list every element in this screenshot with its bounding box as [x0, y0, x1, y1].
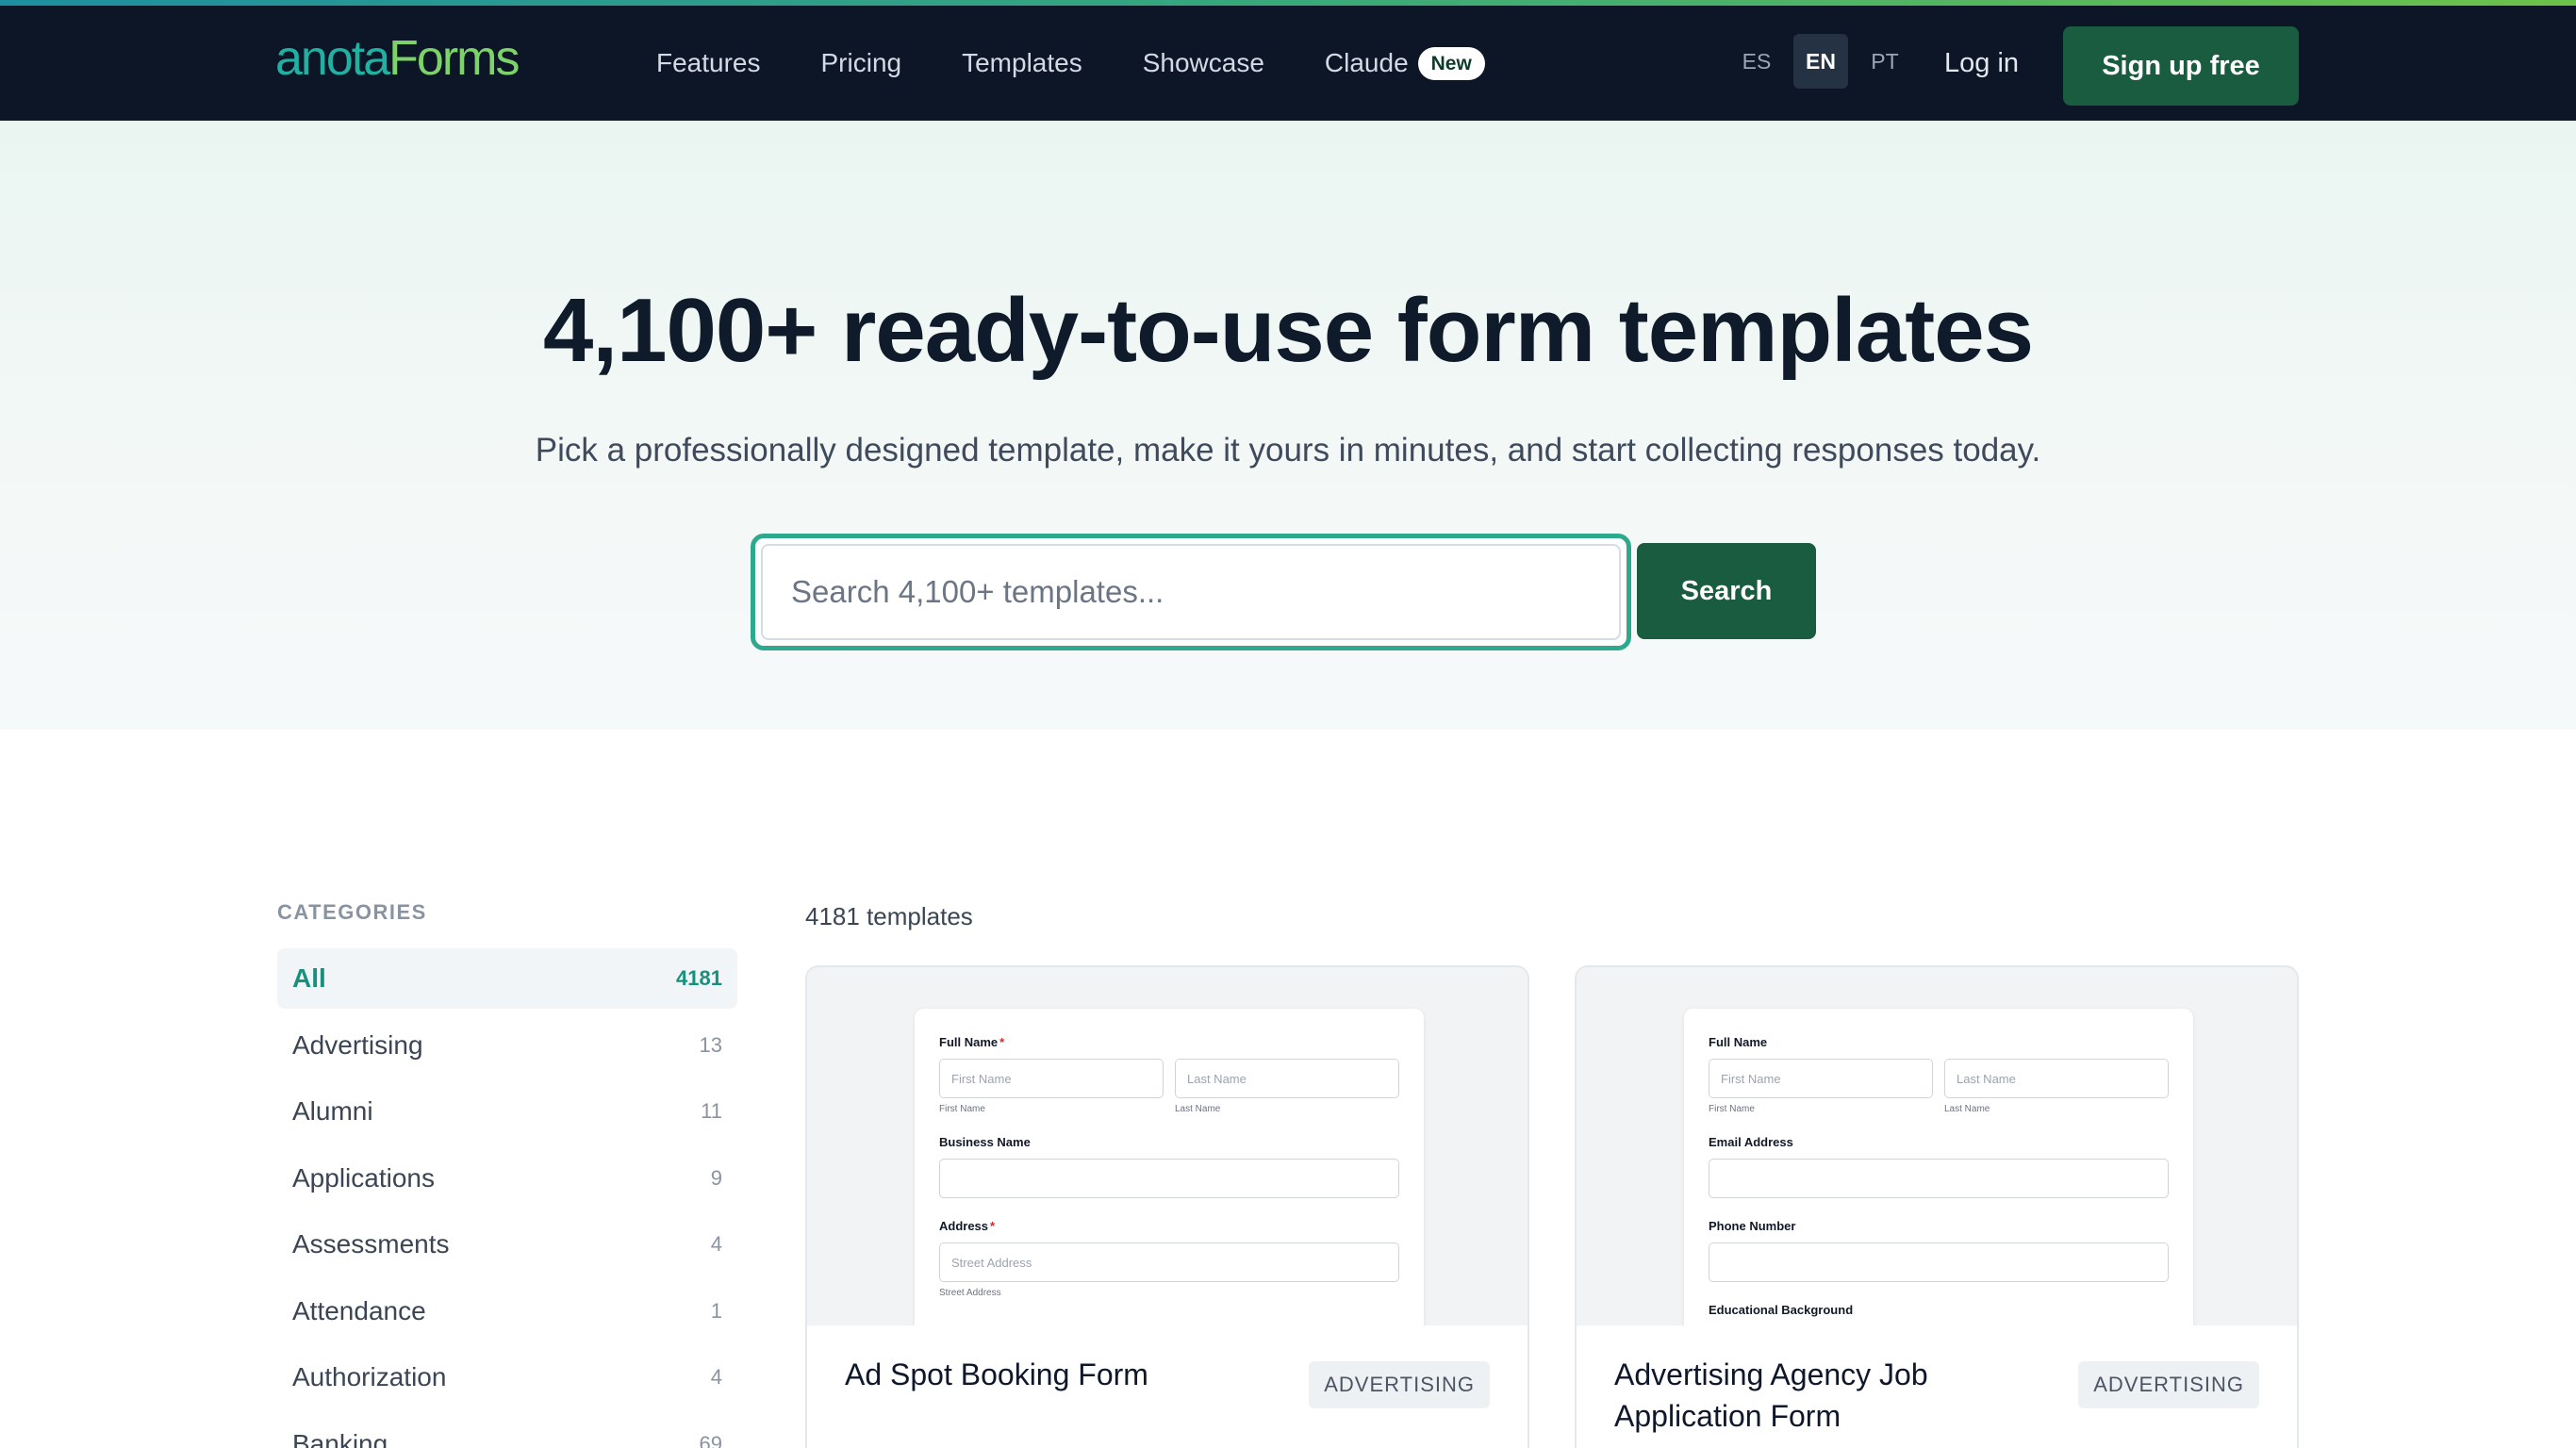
new-badge: New [1417, 46, 1485, 80]
nav-features[interactable]: Features [656, 48, 761, 78]
category-banking[interactable]: Banking 69 [277, 1414, 737, 1448]
search-box [751, 534, 1631, 650]
preview-first-name: First Name [1709, 1059, 1933, 1098]
category-name: Authorization [292, 1362, 447, 1391]
signup-button[interactable]: Sign up free [2063, 26, 2299, 106]
hero-subtitle: Pick a professionally designed template,… [535, 432, 2041, 469]
category-count: 1 [710, 1298, 722, 1323]
template-title: Advertising Agency Job Application Form [1614, 1358, 1928, 1433]
required-marker: * [990, 1219, 996, 1233]
category-count: 4 [710, 1365, 722, 1389]
nav-claude[interactable]: Claude New [1325, 46, 1485, 80]
preview-business-name [939, 1159, 1399, 1198]
category-tag: ADVERTISING [2078, 1361, 2259, 1408]
preview-email [1709, 1159, 2169, 1198]
preview-last-name: Last Name [1944, 1059, 2169, 1098]
category-count: 4 [710, 1232, 722, 1256]
logo-text-part2: Forms [388, 31, 520, 86]
top-navbar: anotaForms Features Pricing Templates Sh… [0, 6, 2576, 121]
category-name: Attendance [292, 1295, 426, 1325]
template-title: Ad Spot Booking Form [845, 1358, 1148, 1391]
template-preview: Full Name First Name First Name Last Nam… [1577, 967, 2297, 1325]
template-preview: Full Name * First Name First Name Last Na… [807, 967, 1527, 1325]
category-assessments[interactable]: Assessments 4 [277, 1214, 737, 1275]
preview-form: Full Name First Name First Name Last Nam… [1684, 1009, 2193, 1325]
lang-en[interactable]: EN [1793, 34, 1848, 89]
category-count: 4181 [676, 966, 722, 990]
category-list: All 4181 Advertising 13 Alumni 11 Applic… [277, 948, 737, 1448]
template-card[interactable]: Full Name First Name First Name Last Nam… [1575, 965, 2299, 1448]
hero-section: 4,100+ ready-to-use form templates Pick … [0, 121, 2576, 730]
template-card[interactable]: Full Name * First Name First Name Last Na… [805, 965, 1529, 1448]
language-switcher: ES EN PT [1729, 34, 1912, 89]
category-authorization[interactable]: Authorization 4 [277, 1347, 737, 1407]
preview-first-name: First Name [939, 1059, 1164, 1098]
login-link[interactable]: Log in [1944, 6, 2019, 121]
preview-form: Full Name * First Name First Name Last Na… [915, 1009, 1424, 1325]
category-count: 9 [710, 1165, 722, 1190]
category-applications[interactable]: Applications 9 [277, 1148, 737, 1209]
nav-showcase[interactable]: Showcase [1143, 48, 1264, 78]
category-alumni[interactable]: Alumni 11 [277, 1081, 737, 1142]
logo-text-part1: anota [275, 31, 390, 86]
category-advertising[interactable]: Advertising 13 [277, 1015, 737, 1076]
category-name: Advertising [292, 1029, 423, 1060]
lang-pt[interactable]: PT [1858, 34, 1912, 89]
search-input[interactable] [761, 544, 1621, 640]
preview-last-name: Last Name [1175, 1059, 1399, 1098]
category-tag: ADVERTISING [1309, 1361, 1490, 1408]
required-marker: * [999, 1035, 1005, 1049]
hero-title: 4,100+ ready-to-use form templates [543, 280, 2034, 381]
preview-phone [1709, 1242, 2169, 1282]
nav-pricing[interactable]: Pricing [821, 48, 902, 78]
category-name: Assessments [292, 1229, 450, 1259]
category-count: 11 [701, 1099, 722, 1123]
lang-es[interactable]: ES [1729, 34, 1784, 89]
search-button[interactable]: Search [1637, 543, 1816, 639]
category-name: Alumni [292, 1096, 373, 1126]
preview-street-address: Street Address [939, 1242, 1399, 1282]
category-name: All [292, 963, 326, 993]
category-count: 13 [699, 1032, 722, 1057]
category-attendance[interactable]: Attendance 1 [277, 1281, 737, 1341]
category-name: Banking [292, 1428, 388, 1448]
nav-templates[interactable]: Templates [962, 48, 1082, 78]
templates-count: 4181 templates [805, 902, 973, 930]
category-count: 69 [699, 1431, 722, 1448]
categories-heading: CATEGORIES [277, 900, 427, 924]
main-nav: Features Pricing Templates Showcase Clau… [656, 6, 1485, 121]
brand-logo[interactable]: anotaForms [275, 31, 520, 86]
category-all[interactable]: All 4181 [277, 948, 737, 1009]
category-name: Applications [292, 1162, 435, 1193]
